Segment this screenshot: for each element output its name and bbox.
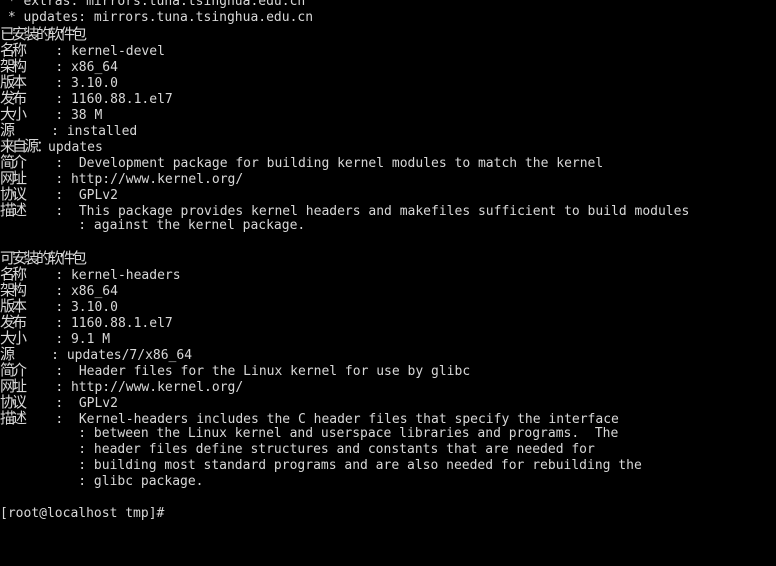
value-url-installed: http://www.kernel.org/ (70, 172, 244, 187)
available-section-header: 可安装的软件包 (0, 250, 776, 266)
field-row-repo-installed: 源 : installed (0, 121, 138, 139)
value-arch-installed: x86_64 (70, 60, 118, 75)
value-description-installed-line-0: This package provides kernel headers and… (78, 204, 690, 219)
field-row-version-available: 版本 : 3.10.0 (0, 297, 118, 315)
value-description-available-line-3: building most standard programs and are … (93, 458, 642, 473)
terminal-screen: * extras: mirrors.tuna.tsinghua.edu.cn *… (0, 0, 776, 522)
field-row-arch-available: 架构 : x86_64 (0, 281, 118, 299)
description-continuation-available-2: : header files define structures and con… (0, 442, 595, 457)
field-row-url-available: 网址 : http://www.kernel.org/ (0, 377, 244, 395)
value-version-installed: 3.10.0 (70, 76, 118, 91)
value-description-available-line-1: between the Linux kernel and userspace l… (93, 426, 619, 441)
value-release-installed: 1160.88.1.el7 (70, 92, 173, 107)
value-description-available-line-2: header files define structures and const… (93, 442, 595, 457)
label-description-available: 描述 (0, 409, 27, 427)
value-summary-installed: Development package for building kernel … (78, 156, 604, 171)
value-size-installed: 38 M (70, 108, 103, 123)
spacer-row-1 (0, 234, 776, 250)
value-description-available-line-4: glibc package. (93, 474, 204, 489)
field-row-description-available: 描述 : Kernel-headers includes the C heade… (0, 409, 619, 427)
field-row-size-available: 大小 : 9.1 M (0, 329, 111, 347)
value-summary-available: Header files for the Linux kernel for us… (78, 364, 471, 379)
field-row-arch-installed: 架构 : x86_64 (0, 57, 118, 75)
field-row-release-installed: 发布 : 1160.88.1.el7 (0, 89, 173, 107)
field-row-url-installed: 网址 : http://www.kernel.org/ (0, 169, 244, 187)
value-license-available: GPLv2 (78, 396, 118, 411)
field-row-release-available: 发布 : 1160.88.1.el7 (0, 313, 173, 331)
value-name-available: kernel-headers (70, 268, 181, 283)
value-description-installed-line-1: against the kernel package. (93, 218, 306, 233)
value-size-available: 9.1 M (70, 332, 111, 347)
terminal-window[interactable]: * extras: mirrors.tuna.tsinghua.edu.cn *… (0, 0, 776, 566)
shell-prompt-text: [root@localhost tmp]# (0, 506, 165, 521)
field-row-name-installed: 名称 : kernel-devel (0, 41, 165, 59)
shell-prompt[interactable]: [root@localhost tmp]# (0, 506, 776, 522)
spacer-row-2 (0, 490, 776, 506)
description-continuation-available-1: : between the Linux kernel and userspace… (0, 426, 619, 441)
value-version-available: 3.10.0 (70, 300, 118, 315)
field-row-license-installed: 协议 : GPLv2 (0, 185, 118, 203)
field-row-license-available: 协议 : GPLv2 (0, 393, 118, 411)
field-row-summary-installed: 简介 : Development package for building ke… (0, 153, 604, 171)
value-repo-installed: installed (66, 124, 138, 139)
field-row-size-installed: 大小 : 38 M (0, 105, 103, 123)
description-continuation-available-3: : building most standard programs and ar… (0, 458, 642, 473)
value-from-repo-installed: updates (48, 140, 103, 155)
field-row-repo-available: 源 : updates/7/x86_64 (0, 345, 193, 363)
label-description: 描述 (0, 201, 27, 219)
field-row-description-installed: 描述 : This package provides kernel header… (0, 201, 690, 219)
value-arch-available: x86_64 (70, 284, 118, 299)
value-url-available: http://www.kernel.org/ (70, 380, 244, 395)
description-continuation-installed-1: : against the kernel package. (0, 218, 306, 233)
installed-section-header: 已安装的软件包 (0, 26, 776, 42)
field-row-version-installed: 版本 : 3.10.0 (0, 73, 118, 91)
value-description-available-line-0: Kernel-headers includes the C header fil… (78, 412, 619, 427)
repo-line-extras: * extras: mirrors.tuna.tsinghua.edu.cn (0, 0, 306, 9)
value-release-available: 1160.88.1.el7 (70, 316, 173, 331)
field-row-from-repo-installed: 来自源：updates (0, 137, 103, 155)
value-repo-available: updates/7/x86_64 (66, 348, 193, 363)
value-name-installed: kernel-devel (70, 44, 165, 59)
description-continuation-available-4: : glibc package. (0, 474, 204, 489)
field-row-summary-available: 简介 : Header files for the Linux kernel f… (0, 361, 471, 379)
value-license-installed: GPLv2 (78, 188, 118, 203)
repo-line-updates: * updates: mirrors.tuna.tsinghua.edu.cn (0, 10, 314, 25)
field-row-name-available: 名称 : kernel-headers (0, 265, 181, 283)
